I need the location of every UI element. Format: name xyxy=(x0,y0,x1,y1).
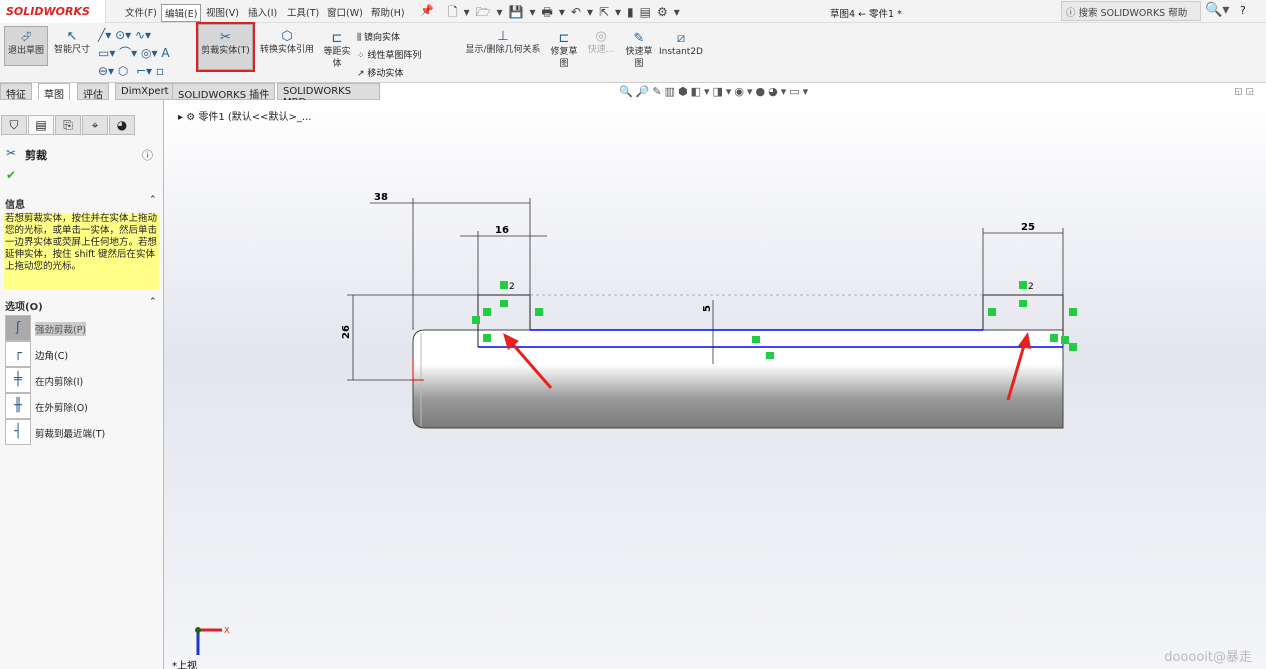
equal-relation-icon xyxy=(500,281,508,289)
dim-5[interactable]: 5 xyxy=(702,305,713,312)
vertical-relation-icon xyxy=(483,308,491,316)
coincident-relation-icon xyxy=(472,316,480,324)
dim-25[interactable]: 25 xyxy=(1021,222,1035,233)
equal-relation-label: 2 xyxy=(509,282,515,292)
horizontal-relation-icon xyxy=(752,336,760,343)
coincident-relation-icon xyxy=(1069,343,1077,351)
equal-relation-label: 2 xyxy=(1028,282,1034,292)
coincident-relation-icon xyxy=(1061,336,1069,344)
view-triad: X xyxy=(195,626,230,655)
sketch-drawing: 38 16 25 26 5 2 2 X *上视 xyxy=(172,192,1077,669)
x-axis-label: X xyxy=(224,626,230,635)
vertical-relation-icon xyxy=(1069,308,1077,316)
equal-relation-icon xyxy=(1019,281,1027,289)
horizontal-relation-icon xyxy=(1019,300,1027,307)
vertical-relation-icon xyxy=(1050,334,1058,342)
vertical-relation-icon xyxy=(535,308,543,316)
horizontal-relation-icon xyxy=(766,352,774,359)
dim-26[interactable]: 26 xyxy=(341,325,352,339)
vertical-relation-icon xyxy=(988,308,996,316)
vertical-relation-icon xyxy=(483,334,491,342)
horizontal-relation-icon xyxy=(500,300,508,307)
dim-16[interactable]: 16 xyxy=(495,225,509,236)
view-orientation-label: *上视 xyxy=(172,659,197,669)
dim-38[interactable]: 38 xyxy=(374,192,388,203)
